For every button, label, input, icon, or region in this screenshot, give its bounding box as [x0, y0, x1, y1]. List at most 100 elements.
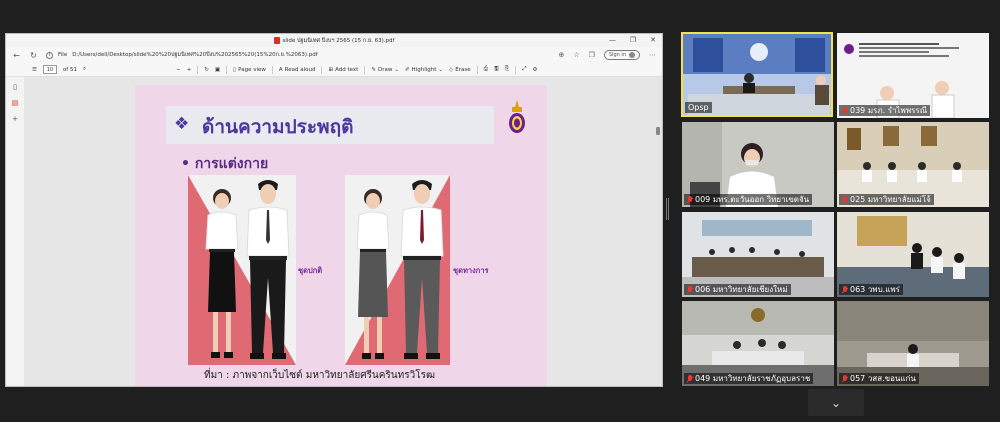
highlight-label: Highlight	[411, 66, 437, 73]
participant-tile-025[interactable]: 025 มหาวิทยาลัยแม่โจ้	[837, 122, 989, 207]
add-text-icon: ⊞	[328, 66, 334, 73]
muted-mic-icon	[842, 285, 848, 294]
participant-name: 009 มทร.ตะวันออก วิทยาเขตจัน	[695, 195, 810, 204]
save-icon[interactable]: 🖫	[494, 65, 499, 74]
divider	[321, 65, 323, 74]
participant-label: 039 มรภ. รำไพพรรณี	[839, 105, 931, 116]
read-aloud-icon: A	[278, 66, 283, 73]
divider	[364, 65, 366, 74]
chevron-down-icon: ⌄	[394, 66, 399, 73]
pdf-doc-icon[interactable]: ▤	[12, 99, 19, 107]
collections-icon[interactable]: ❐	[589, 51, 595, 59]
participant-label: Opsp	[685, 102, 712, 113]
participant-tile-006[interactable]: 006 มหาวิทยาลัยเชียงใหม่	[682, 212, 834, 297]
pdf-viewer[interactable]: ❖ ด้านความประพฤติ • การแต่งกาย ชุดปกติ ช…	[24, 77, 662, 386]
add-icon[interactable]: +	[12, 115, 18, 123]
draw-label: Draw	[377, 66, 393, 73]
uniform-formal-photo	[345, 175, 450, 365]
settings-gear-icon[interactable]: ⚙	[533, 67, 538, 73]
url-field[interactable]: i File D:/Users/dell/Desktop/slide%20%20…	[46, 50, 551, 61]
read-aloud-button[interactable]: A Read aloud	[279, 67, 316, 73]
file-label: File	[58, 52, 68, 58]
muted-mic-icon	[842, 195, 848, 204]
draw-button[interactable]: ✎ Draw ⌄	[371, 67, 399, 73]
shared-pdf-window: slide ปฐมนิเทศ ปีงบฯ 2565 (15 ก.ย. 63).p…	[5, 33, 663, 387]
rotate-icon[interactable]: ↻	[204, 67, 209, 73]
print-icon[interactable]: ⎙	[484, 66, 488, 73]
participant-name: Opsp	[688, 103, 709, 112]
divider	[271, 65, 273, 74]
profile-avatar-icon	[629, 52, 635, 58]
address-bar: ← ↻ i File D:/Users/dell/Desktop/slide%2…	[6, 47, 662, 63]
divider	[515, 65, 517, 74]
zoom-in-icon[interactable]: +	[187, 67, 192, 73]
pdf-file-icon	[273, 37, 280, 44]
more-menu-icon[interactable]: ⋯	[649, 51, 656, 59]
caption-normal-uniform: ชุดปกติ	[298, 266, 323, 275]
participant-label: 057 วสส.ขอนแก่น	[839, 373, 919, 384]
sign-in-button[interactable]: Sign in	[603, 50, 640, 60]
pdf-toolbar: ☰ 10 of 51 ⌕ − + ↻ ▣ ▯ Page view A Read al…	[6, 63, 662, 77]
read-mode-icon[interactable]: ⊕	[559, 51, 565, 59]
contents-icon[interactable]: ☰	[32, 67, 37, 73]
refresh-icon[interactable]: ↻	[29, 51, 38, 60]
highlight-button[interactable]: ✐ Highlight ⌄	[405, 67, 443, 73]
search-icon[interactable]: ⌕	[83, 66, 86, 73]
erase-label: Erase	[455, 66, 471, 73]
meeting-screen: slide ปฐมนิเทศ ปีงบฯ 2565 (15 ก.ย. 63).p…	[0, 0, 1000, 422]
eraser-icon: ◇	[449, 66, 454, 73]
diamond-bullet-icon: ❖	[174, 114, 190, 134]
participant-tile-039[interactable]: 039 มรภ. รำไพพรรณี	[837, 33, 989, 118]
participant-tile-009[interactable]: 009 มทร.ตะวันออก วิทยาเขตจัน	[682, 122, 834, 207]
muted-mic-icon	[687, 374, 693, 383]
participant-name: 025 มหาวิทยาลัยแม่โจ้	[850, 195, 931, 204]
participant-name: 049 มหาวิทยาลัยราชภัฏอุบลราช	[695, 374, 811, 383]
read-aloud-label: Read aloud	[284, 66, 316, 73]
page-number-input[interactable]: 10	[42, 65, 57, 74]
maximize-button[interactable]: ❐	[630, 36, 636, 44]
participant-name: 039 มรภ. รำไพพรรณี	[850, 106, 928, 115]
participant-name: 006 มหาวิทยาลัยเชียงใหม่	[695, 285, 788, 294]
participant-tile-opsp[interactable]: Opsp	[681, 32, 833, 117]
pdf-sidebar: ▯ ▤ +	[6, 77, 24, 386]
minimize-button[interactable]: —	[609, 36, 616, 44]
male-student-figure	[246, 180, 290, 359]
page-view-label: Page view	[238, 66, 266, 73]
slide-heading: ด้านความประพฤติ	[202, 116, 354, 138]
close-button[interactable]: ✕	[650, 36, 656, 44]
fullscreen-icon[interactable]: ⤢	[522, 66, 526, 73]
participant-tile-049[interactable]: 049 มหาวิทยาลัยราชภัฏอุบลราช	[682, 301, 834, 386]
university-logo	[509, 100, 525, 133]
window-titlebar: slide ปฐมนิเทศ ปีงบฯ 2565 (15 ก.ย. 63).p…	[6, 34, 662, 47]
muted-mic-icon	[687, 195, 693, 204]
uniform-normal-photo	[188, 175, 296, 365]
erase-button[interactable]: ◇ Erase	[449, 67, 471, 73]
draw-icon: ✎	[371, 66, 376, 73]
save-as-icon[interactable]: ⎘	[505, 66, 509, 73]
sign-in-label: Sign in	[608, 52, 626, 58]
zoom-out-icon[interactable]: −	[176, 67, 181, 73]
participant-label: 025 มหาวิทยาลัยแม่โจ้	[839, 194, 934, 205]
page-view-button[interactable]: ▯ Page view	[233, 67, 266, 73]
collapse-chevron-button[interactable]: ⌄	[808, 389, 864, 416]
back-arrow-icon[interactable]: ←	[12, 51, 21, 60]
window-title: slide ปฐมนิเทศ ปีงบฯ 2565 (15 ก.ย. 63).p…	[282, 37, 395, 44]
participant-tile-063[interactable]: 063 วพบ.แพร่	[837, 212, 989, 297]
fit-page-icon[interactable]: ▣	[215, 67, 220, 73]
pages-panel-icon[interactable]: ▯	[13, 83, 17, 91]
participant-label: 049 มหาวิทยาลัยราชภัฏอุบลราช	[684, 373, 814, 384]
panel-resize-handle[interactable]	[666, 198, 669, 220]
bullet-dress-code: • การแต่งกาย	[181, 156, 269, 172]
vertical-scrollbar[interactable]	[656, 127, 660, 135]
add-text-button[interactable]: ⊞ Add text	[328, 67, 358, 73]
participant-tile-057[interactable]: 057 วสส.ขอนแก่น	[837, 301, 989, 386]
add-text-label: Add text	[335, 66, 359, 73]
url-text: D:/Users/dell/Desktop/slide%20%20ปฐมนิเท…	[72, 52, 318, 58]
favorite-star-icon[interactable]: ☆	[573, 51, 579, 59]
participant-label: 006 มหาวิทยาลัยเชียงใหม่	[684, 284, 791, 295]
participant-label: 063 วพบ.แพร่	[839, 284, 903, 295]
slide-page: ❖ ด้านความประพฤติ • การแต่งกาย ชุดปกติ ช…	[135, 85, 547, 386]
chevron-down-icon: ⌄	[438, 66, 443, 73]
divider	[476, 65, 478, 74]
info-icon: i	[46, 51, 53, 59]
